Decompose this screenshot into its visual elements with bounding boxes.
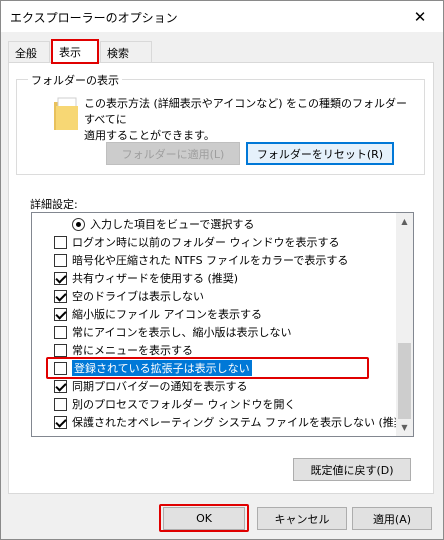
- list-item-label: 常にメニューを表示する: [72, 344, 193, 357]
- advanced-settings-list[interactable]: 入力した項目をビューで選択する ログオン時に以前のフォルダー ウィンドウを表示す…: [31, 212, 414, 437]
- checkbox[interactable]: [54, 343, 67, 357]
- tab-search[interactable]: 検索: [100, 41, 152, 63]
- checkbox[interactable]: [54, 289, 67, 303]
- list-item[interactable]: 暗号化や圧縮された NTFS ファイルをカラーで表示する: [54, 251, 413, 269]
- cancel-button[interactable]: キャンセル: [257, 507, 347, 530]
- folder-view-description: この表示方法 (詳細表示やアイコンなど) をこの種類のフォルダーすべてに 適用す…: [84, 96, 414, 144]
- folder-icon: [54, 97, 78, 130]
- list-item[interactable]: 共有ウィザードを使用する (推奨): [54, 269, 413, 287]
- checkbox[interactable]: [54, 271, 67, 285]
- list-item-label: 別のプロセスでフォルダー ウィンドウを開く: [72, 398, 296, 411]
- ok-button[interactable]: OK: [163, 507, 245, 530]
- list-item-label: 入力した項目をビューで選択する: [90, 218, 255, 231]
- checkbox[interactable]: [54, 307, 67, 321]
- folder-view-description-line1: この表示方法 (詳細表示やアイコンなど) をこの種類のフォルダーすべてに: [84, 97, 408, 126]
- list-item-label: 登録されている拡張子は表示しない: [72, 360, 252, 376]
- apply-to-folders-button[interactable]: フォルダーに適用(L): [106, 142, 240, 165]
- close-icon[interactable]: ✕: [397, 1, 443, 32]
- checkbox[interactable]: [54, 379, 67, 393]
- checkbox[interactable]: [54, 235, 67, 249]
- list-item[interactable]: 同期プロバイダーの通知を表示する: [54, 377, 413, 395]
- checkbox[interactable]: [54, 253, 67, 267]
- apply-button[interactable]: 適用(A): [352, 507, 432, 530]
- list-item[interactable]: 常にアイコンを表示し、縮小版は表示しない: [54, 323, 413, 341]
- scrollbar[interactable]: ▲ ▼: [396, 213, 413, 436]
- list-item-label: 保護されたオペレーティング システム ファイルを表示しない (推奨): [72, 416, 410, 429]
- tab-general[interactable]: 全般: [8, 41, 50, 63]
- radio-button[interactable]: [72, 217, 85, 231]
- list-item-label: 常にアイコンを表示し、縮小版は表示しない: [72, 326, 292, 339]
- list-item-label: 共有ウィザードを使用する (推奨): [72, 272, 239, 285]
- checkbox[interactable]: [54, 415, 67, 429]
- list-item[interactable]: 保護されたオペレーティング システム ファイルを表示しない (推奨): [54, 413, 413, 431]
- list-item[interactable]: ログオン時に以前のフォルダー ウィンドウを表示する: [54, 233, 413, 251]
- list-item-label: ログオン時に以前のフォルダー ウィンドウを表示する: [72, 236, 340, 249]
- checkbox[interactable]: [54, 397, 67, 411]
- list-item[interactable]: 縮小版にファイル アイコンを表示する: [54, 305, 413, 323]
- checkbox[interactable]: [54, 361, 67, 375]
- list-item[interactable]: 常にメニューを表示する: [54, 341, 413, 359]
- list-item[interactable]: 別のプロセスでフォルダー ウィンドウを開く: [54, 395, 413, 413]
- checkbox[interactable]: [54, 325, 67, 339]
- folder-view-title: フォルダーの表示: [28, 72, 122, 88]
- scrollbar-thumb[interactable]: [398, 343, 411, 419]
- window-title: エクスプローラーのオプション: [10, 11, 178, 25]
- list-item-label: 空のドライブは表示しない: [72, 290, 204, 303]
- list-item-label: 縮小版にファイル アイコンを表示する: [72, 308, 262, 321]
- tab-view[interactable]: 表示: [51, 39, 99, 64]
- advanced-settings-label: 詳細設定:: [30, 198, 78, 211]
- scroll-up-icon[interactable]: ▲: [396, 213, 413, 230]
- list-item-label: 同期プロバイダーの通知を表示する: [72, 380, 248, 393]
- reset-folders-button[interactable]: フォルダーをリセット(R): [246, 142, 394, 165]
- scroll-down-icon[interactable]: ▼: [396, 419, 413, 436]
- title-bar[interactable]: エクスプローラーのオプション ✕: [1, 1, 443, 32]
- list-item-selected[interactable]: 登録されている拡張子は表示しない: [54, 359, 413, 377]
- list-item[interactable]: 入力した項目をビューで選択する: [72, 215, 413, 233]
- list-item[interactable]: 空のドライブは表示しない: [54, 287, 413, 305]
- list-item-label: 暗号化や圧縮された NTFS ファイルをカラーで表示する: [72, 254, 349, 267]
- restore-defaults-button[interactable]: 既定値に戻す(D): [293, 458, 411, 481]
